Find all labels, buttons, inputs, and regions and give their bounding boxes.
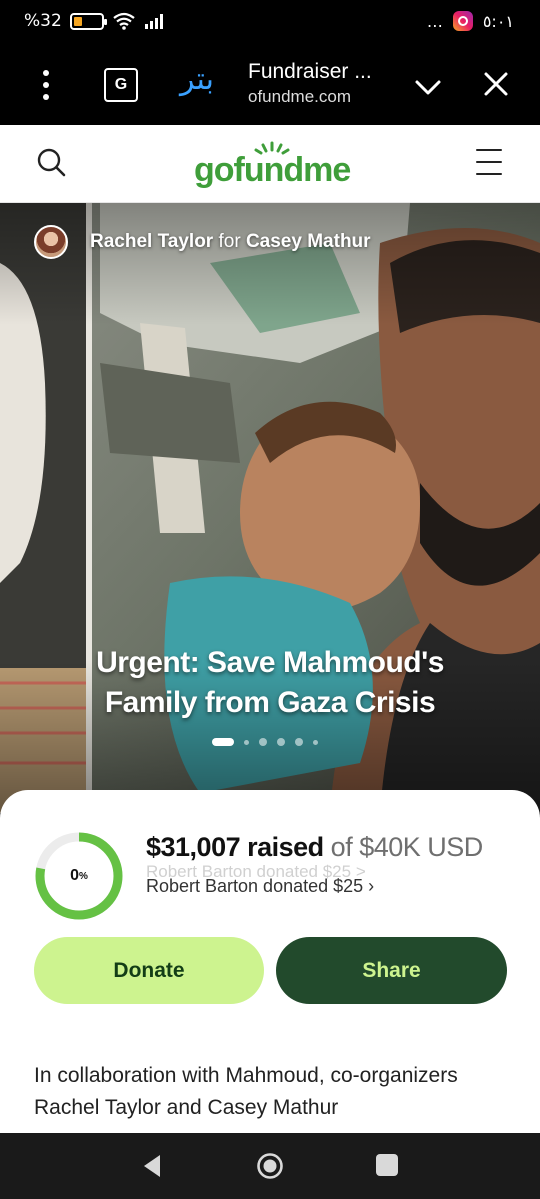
carousel-dot-5[interactable] bbox=[295, 738, 303, 746]
battery-percent: %32 bbox=[24, 11, 62, 31]
site-favicon: بتر bbox=[180, 62, 214, 97]
page-title[interactable]: Fundraiser ... bbox=[248, 60, 372, 84]
raised-amount: $31,007 raised bbox=[146, 832, 324, 862]
share-button[interactable]: Share bbox=[276, 937, 507, 1004]
organizer-row[interactable]: Rachel Taylor for Casey Mathur bbox=[34, 225, 371, 259]
browser-menu-icon[interactable] bbox=[36, 70, 56, 100]
status-left: %32 bbox=[24, 11, 166, 31]
fundraiser-title-line-2: Family from Gaza Crisis bbox=[104, 686, 436, 719]
logo-text: gofundme bbox=[194, 151, 351, 189]
carousel-dot-2[interactable] bbox=[244, 739, 249, 745]
hero-carousel[interactable]: Rachel Taylor for Casey Mathur Urgent: S… bbox=[0, 203, 540, 813]
page-url[interactable]: ofundme.com bbox=[248, 87, 351, 107]
signal-icon bbox=[144, 14, 163, 29]
carousel-dot-1[interactable] bbox=[212, 738, 234, 746]
carousel-dot-6[interactable] bbox=[313, 739, 318, 745]
fundraiser-title-line-1: Urgent: Save Mahmoud's bbox=[96, 646, 444, 679]
beneficiary-name: Casey Mathur bbox=[245, 231, 371, 252]
status-bar: %32 … ٥:٠١ bbox=[0, 0, 540, 46]
battery-icon bbox=[69, 12, 107, 30]
search-icon[interactable] bbox=[36, 147, 66, 179]
close-icon[interactable] bbox=[482, 70, 510, 98]
system-navigation-bar bbox=[0, 1133, 540, 1199]
carousel-dots[interactable] bbox=[212, 738, 318, 746]
translate-icon[interactable]: G bbox=[104, 68, 138, 102]
gofundme-logo[interactable]: gofundme bbox=[194, 141, 354, 193]
fundraiser-summary: 0% $31,007 raised of $40K USD Robert Bar… bbox=[0, 790, 540, 1133]
latest-donation-link[interactable]: Robert Barton donated $25 › bbox=[146, 876, 374, 897]
amount-raised: $31,007 raised of $40K USD bbox=[146, 832, 483, 863]
goal-amount: of $40K USD bbox=[330, 832, 484, 862]
carousel-dot-3[interactable] bbox=[259, 738, 267, 746]
site-header: gofundme bbox=[0, 125, 540, 203]
browser-toolbar: G بتر Fundraiser ... ofundme.com bbox=[0, 46, 540, 125]
hamburger-menu-icon[interactable] bbox=[476, 149, 502, 175]
instagram-icon bbox=[452, 11, 473, 31]
donate-button[interactable]: Donate bbox=[34, 937, 264, 1004]
battery-fill bbox=[73, 16, 82, 26]
translate-glyph: G bbox=[114, 76, 128, 93]
carousel-dot-4[interactable] bbox=[277, 738, 285, 746]
chevron-down-icon[interactable] bbox=[413, 72, 443, 102]
progress-percent: 0% bbox=[70, 867, 88, 884]
status-right: … ٥:٠١ bbox=[427, 11, 514, 31]
for-label: for bbox=[218, 231, 241, 252]
clock: ٥:٠١ bbox=[482, 11, 514, 31]
home-icon[interactable] bbox=[256, 1152, 284, 1180]
back-icon[interactable] bbox=[140, 1153, 164, 1179]
organizer-avatar bbox=[34, 225, 68, 259]
organizer-text: Rachel Taylor for Casey Mathur bbox=[90, 231, 371, 253]
fundraiser-title: Urgent: Save Mahmoud's Family from Gaza … bbox=[0, 643, 540, 723]
recent-apps-icon[interactable] bbox=[376, 1154, 398, 1176]
notification-overflow-icon: … bbox=[426, 11, 443, 31]
organizer-name: Rachel Taylor bbox=[90, 231, 214, 252]
story-text: In collaboration with Mahmoud, co-organi… bbox=[34, 1064, 458, 1119]
wifi-icon bbox=[113, 12, 135, 30]
